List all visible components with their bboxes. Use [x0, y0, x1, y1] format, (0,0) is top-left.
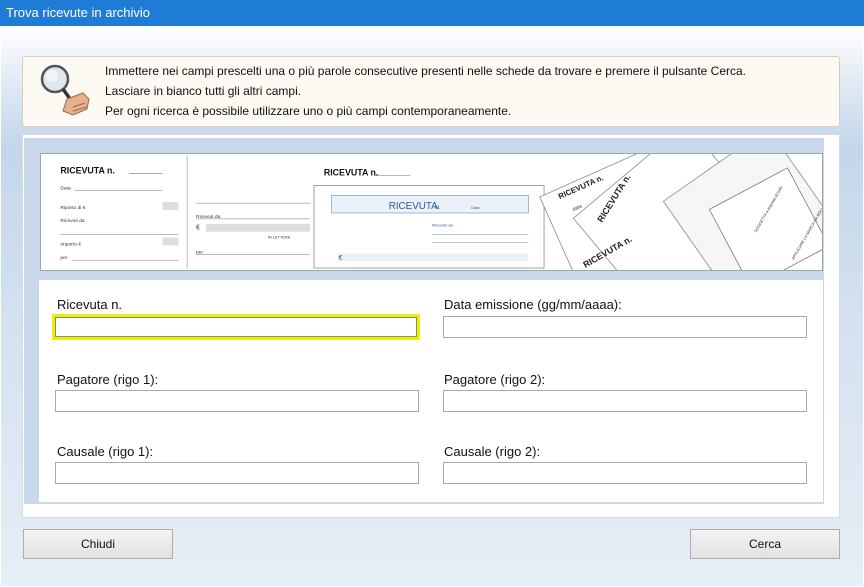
svg-text:Ricevuto da: Ricevuto da — [432, 223, 454, 228]
window-titlebar: Trova ricevute in archivio — [0, 0, 864, 26]
svg-text:Riporto di €: Riporto di € — [60, 205, 85, 211]
label-causale-2: Causale (rigo 2): — [444, 444, 541, 459]
label-ricevuta-n: Ricevuta n. — [57, 297, 123, 312]
svg-text:IN LETTERE: IN LETTERE — [268, 235, 291, 240]
search-button[interactable]: Cerca — [690, 529, 840, 559]
receipts-banner-image: RICEVUTA n. Data Riporto di € Ricevuti d… — [40, 153, 823, 271]
info-box: Immettere nei campi prescelti una o più … — [22, 56, 840, 127]
receipt-2: Ricevuti da € IN LETTERE per — [196, 202, 311, 255]
svg-text:€: € — [339, 255, 343, 262]
svg-text:N.: N. — [435, 205, 441, 211]
label-causale-1: Causale (rigo 1): — [57, 444, 154, 459]
svg-text:Importo €: Importo € — [60, 241, 81, 247]
magnifier-hand-icon — [40, 64, 90, 116]
svg-text:per: per — [60, 255, 67, 261]
svg-text:Ricevuti da: Ricevuti da — [60, 218, 85, 224]
input-data-emissione[interactable] — [443, 316, 807, 338]
receipt-3: RICEVUTA n. RICEVUTA N. Data Ricevuto da… — [313, 168, 545, 269]
input-pagatore-2[interactable] — [443, 390, 807, 412]
svg-text:Data: Data — [60, 185, 71, 191]
label-data-emissione: Data emissione (gg/mm/aaaa): — [444, 297, 622, 312]
input-causale-1[interactable] — [55, 462, 419, 484]
window-title: Trova ricevute in archivio — [6, 5, 151, 20]
input-pagatore-1[interactable] — [55, 390, 419, 412]
receipt-stack: RICEVUTA n. RICEVUTA n. data RICEVUTA n.… — [539, 154, 822, 270]
svg-text:Data: Data — [471, 205, 480, 210]
label-pagatore-1: Pagatore (rigo 1): — [57, 372, 159, 387]
svg-text:RICEVUTA n.: RICEVUTA n. — [324, 168, 378, 178]
close-button[interactable]: Chiudi — [23, 529, 173, 559]
svg-text:RICEVUTA: RICEVUTA — [389, 201, 438, 212]
info-line-2: Lasciare in bianco tutti gli altri campi… — [105, 84, 302, 98]
receipt-1-title: RICEVUTA n. — [60, 166, 114, 176]
info-line-3: Per ogni ricerca è possibile utilizzare … — [105, 104, 512, 118]
info-text: Immettere nei campi prescelti una o più … — [105, 61, 746, 121]
svg-text:€: € — [196, 225, 200, 232]
label-pagatore-2: Pagatore (rigo 2): — [444, 372, 546, 387]
info-line-1: Immettere nei campi prescelti una o più … — [105, 64, 747, 78]
input-causale-2[interactable] — [443, 462, 807, 484]
receipt-1: RICEVUTA n. Data Riporto di € Ricevuti d… — [60, 166, 179, 261]
input-ricevuta-n[interactable] — [52, 314, 420, 340]
